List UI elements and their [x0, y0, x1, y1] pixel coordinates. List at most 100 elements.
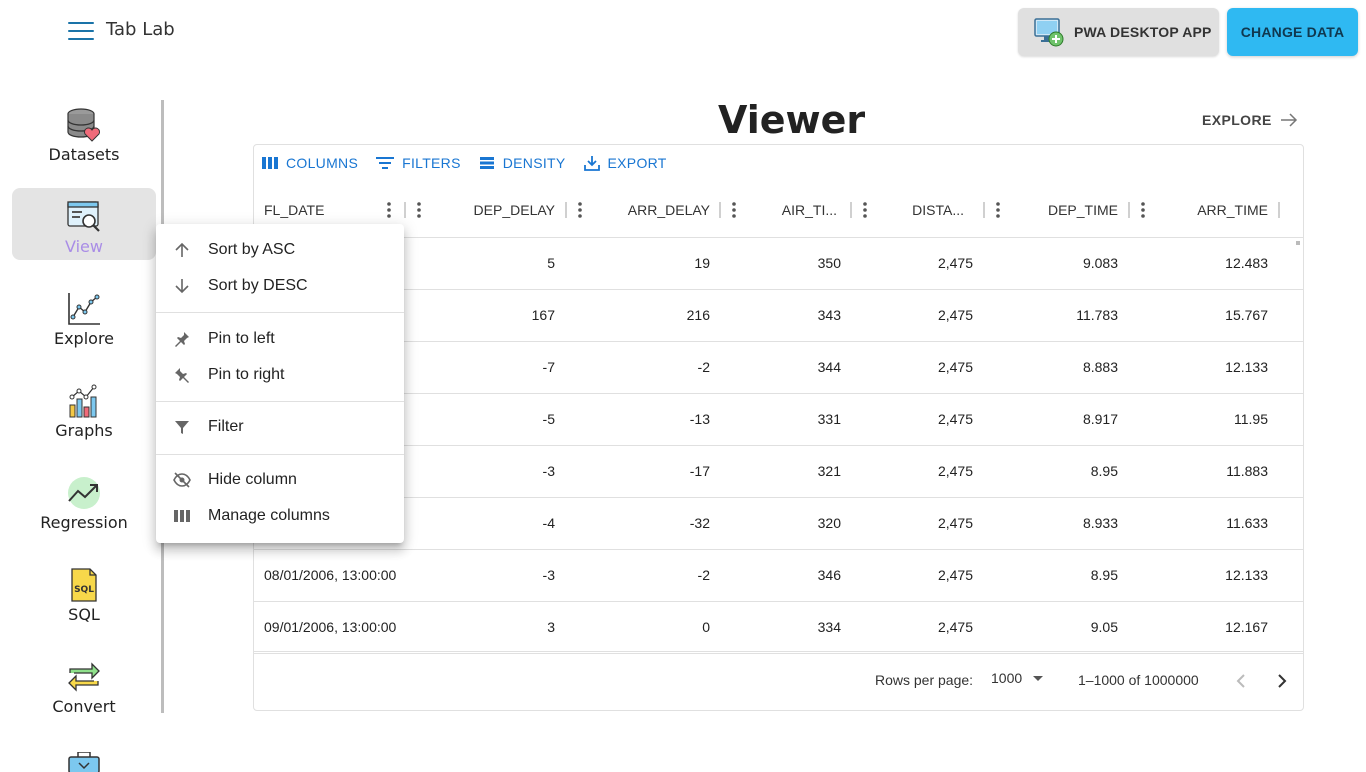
- cell-distance[interactable]: 2,475: [884, 237, 973, 289]
- cell-dep-time[interactable]: 9.083: [1014, 237, 1118, 289]
- menu-item-sort-desc[interactable]: Sort by DESC: [156, 268, 404, 304]
- cell-dep-time[interactable]: 9.05: [1014, 601, 1118, 653]
- cell-dep-delay[interactable]: -5: [454, 393, 555, 445]
- column-menu-icon[interactable]: [859, 201, 871, 219]
- cell-dep-time[interactable]: 11.783: [1014, 289, 1118, 341]
- cell-arr-delay[interactable]: -17: [604, 445, 710, 497]
- cell-arr-time[interactable]: 15.767: [1164, 289, 1268, 341]
- cell-air-time[interactable]: 334: [754, 601, 841, 653]
- cell-dep-time[interactable]: 8.917: [1014, 393, 1118, 445]
- cell-fl-date[interactable]: 08/01/2006, 13:00:00: [264, 549, 464, 601]
- cell-distance[interactable]: 2,475: [884, 341, 973, 393]
- menu-item-manage-columns[interactable]: Manage columns: [156, 498, 404, 534]
- cell-arr-time[interactable]: 12.483: [1164, 237, 1268, 289]
- column-header-arr-delay[interactable]: ARR_DELAY: [604, 183, 710, 237]
- chevron-right-icon[interactable]: [1275, 673, 1289, 689]
- column-menu-icon[interactable]: [728, 201, 740, 219]
- cell-distance[interactable]: 2,475: [884, 445, 973, 497]
- column-separator[interactable]: [719, 202, 721, 218]
- columns-button[interactable]: COLUMNS: [262, 155, 358, 171]
- cell-dep-delay[interactable]: 3: [454, 601, 555, 653]
- column-header-dep-delay[interactable]: DEP_DELAY: [454, 183, 555, 237]
- column-separator[interactable]: [565, 202, 567, 218]
- cell-arr-delay[interactable]: 0: [604, 601, 710, 653]
- cell-distance[interactable]: 2,475: [884, 497, 973, 549]
- column-menu-icon[interactable]: [413, 201, 425, 219]
- sidebar-item-view[interactable]: View: [12, 188, 156, 260]
- cell-air-time[interactable]: 331: [754, 393, 841, 445]
- explore-link[interactable]: EXPLORE: [1202, 112, 1298, 128]
- sidebar-item-explore[interactable]: Explore: [12, 280, 156, 352]
- cell-fl-date[interactable]: 09/01/2006, 13:00:00: [264, 601, 464, 653]
- cell-arr-delay[interactable]: -2: [604, 341, 710, 393]
- cell-air-time[interactable]: 350: [754, 237, 841, 289]
- menu-item-sort-asc[interactable]: Sort by ASC: [156, 232, 404, 268]
- scrollbar-thumb[interactable]: [1296, 241, 1300, 245]
- cell-air-time[interactable]: 344: [754, 341, 841, 393]
- cell-air-time[interactable]: 320: [754, 497, 841, 549]
- cell-arr-time[interactable]: 12.133: [1164, 341, 1268, 393]
- table-row[interactable]: -5 -13 331 2,475 8.917 11.95: [254, 393, 1303, 446]
- change-data-button[interactable]: CHANGE DATA: [1227, 8, 1358, 56]
- column-header-air-time[interactable]: AIR_TI...: [754, 183, 837, 237]
- cell-dep-time[interactable]: 8.95: [1014, 549, 1118, 601]
- sidebar-item-sql[interactable]: SQL SQL: [12, 556, 156, 628]
- sidebar-item-graphs[interactable]: Graphs: [12, 372, 156, 444]
- cell-arr-time[interactable]: 11.633: [1164, 497, 1268, 549]
- cell-arr-time[interactable]: 12.133: [1164, 549, 1268, 601]
- cell-arr-delay[interactable]: 19: [604, 237, 710, 289]
- cell-distance[interactable]: 2,475: [884, 601, 973, 653]
- cell-dep-delay[interactable]: -7: [454, 341, 555, 393]
- column-separator[interactable]: [983, 202, 985, 218]
- table-row[interactable]: 5 19 350 2,475 9.083 12.483: [254, 237, 1303, 290]
- column-menu-icon[interactable]: [992, 201, 1004, 219]
- column-menu-icon[interactable]: [1137, 201, 1149, 219]
- cell-dep-time[interactable]: 8.95: [1014, 445, 1118, 497]
- sidebar-item-more[interactable]: [68, 752, 100, 772]
- cell-arr-time[interactable]: 12.167: [1164, 601, 1268, 653]
- column-header-distance[interactable]: DISTA...: [884, 183, 964, 237]
- table-row[interactable]: 167 216 343 2,475 11.783 15.767: [254, 289, 1303, 342]
- cell-air-time[interactable]: 343: [754, 289, 841, 341]
- menu-hamburger-icon[interactable]: [68, 22, 94, 40]
- cell-distance[interactable]: 2,475: [884, 393, 973, 445]
- table-row[interactable]: -4 -32 320 2,475 8.933 11.633: [254, 497, 1303, 550]
- cell-dep-delay[interactable]: -4: [454, 497, 555, 549]
- menu-item-pin-left[interactable]: Pin to left: [156, 321, 404, 357]
- pwa-desktop-app-button[interactable]: PWA DESKTOP APP: [1018, 8, 1219, 56]
- cell-dep-time[interactable]: 8.883: [1014, 341, 1118, 393]
- table-row[interactable]: -3 -17 321 2,475 8.95 11.883: [254, 445, 1303, 498]
- cell-arr-delay[interactable]: -13: [604, 393, 710, 445]
- cell-air-time[interactable]: 346: [754, 549, 841, 601]
- cell-dep-delay[interactable]: 167: [454, 289, 555, 341]
- cell-arr-delay[interactable]: -2: [604, 549, 710, 601]
- menu-item-filter[interactable]: Filter: [156, 409, 404, 445]
- cell-arr-time[interactable]: 11.95: [1164, 393, 1268, 445]
- cell-distance[interactable]: 2,475: [884, 289, 973, 341]
- column-separator[interactable]: [1128, 202, 1130, 218]
- chevron-left-icon[interactable]: [1234, 673, 1248, 689]
- sidebar-item-datasets[interactable]: Datasets: [12, 96, 156, 168]
- table-row[interactable]: 08/01/2006, 13:00:00 -3 -2 346 2,475 8.95 12.1…: [254, 549, 1303, 602]
- cell-dep-delay[interactable]: 5: [454, 237, 555, 289]
- cell-air-time[interactable]: 321: [754, 445, 841, 497]
- filters-button[interactable]: FILTERS: [376, 155, 461, 171]
- density-button[interactable]: DENSITY: [479, 155, 566, 171]
- table-row[interactable]: 09/01/2006, 13:00:00 3 0 334 2,475 9.05 12.167: [254, 601, 1303, 654]
- cell-dep-time[interactable]: 8.933: [1014, 497, 1118, 549]
- column-menu-icon[interactable]: [383, 201, 395, 219]
- table-row[interactable]: -7 -2 344 2,475 8.883 12.133: [254, 341, 1303, 394]
- cell-arr-delay[interactable]: -32: [604, 497, 710, 549]
- menu-item-hide-column[interactable]: Hide column: [156, 462, 404, 498]
- sidebar-item-convert[interactable]: Convert: [12, 648, 156, 720]
- column-separator[interactable]: [404, 202, 406, 218]
- menu-item-pin-right[interactable]: Pin to right: [156, 357, 404, 393]
- column-header-dep-time[interactable]: DEP_TIME: [1014, 183, 1118, 237]
- column-header-arr-time[interactable]: ARR_TIME: [1164, 183, 1268, 237]
- column-menu-icon[interactable]: [574, 201, 586, 219]
- rows-per-page-select[interactable]: 1000: [991, 670, 1044, 686]
- column-separator[interactable]: [1278, 202, 1280, 218]
- export-button[interactable]: EXPORT: [583, 155, 667, 171]
- cell-distance[interactable]: 2,475: [884, 549, 973, 601]
- cell-dep-delay[interactable]: -3: [454, 445, 555, 497]
